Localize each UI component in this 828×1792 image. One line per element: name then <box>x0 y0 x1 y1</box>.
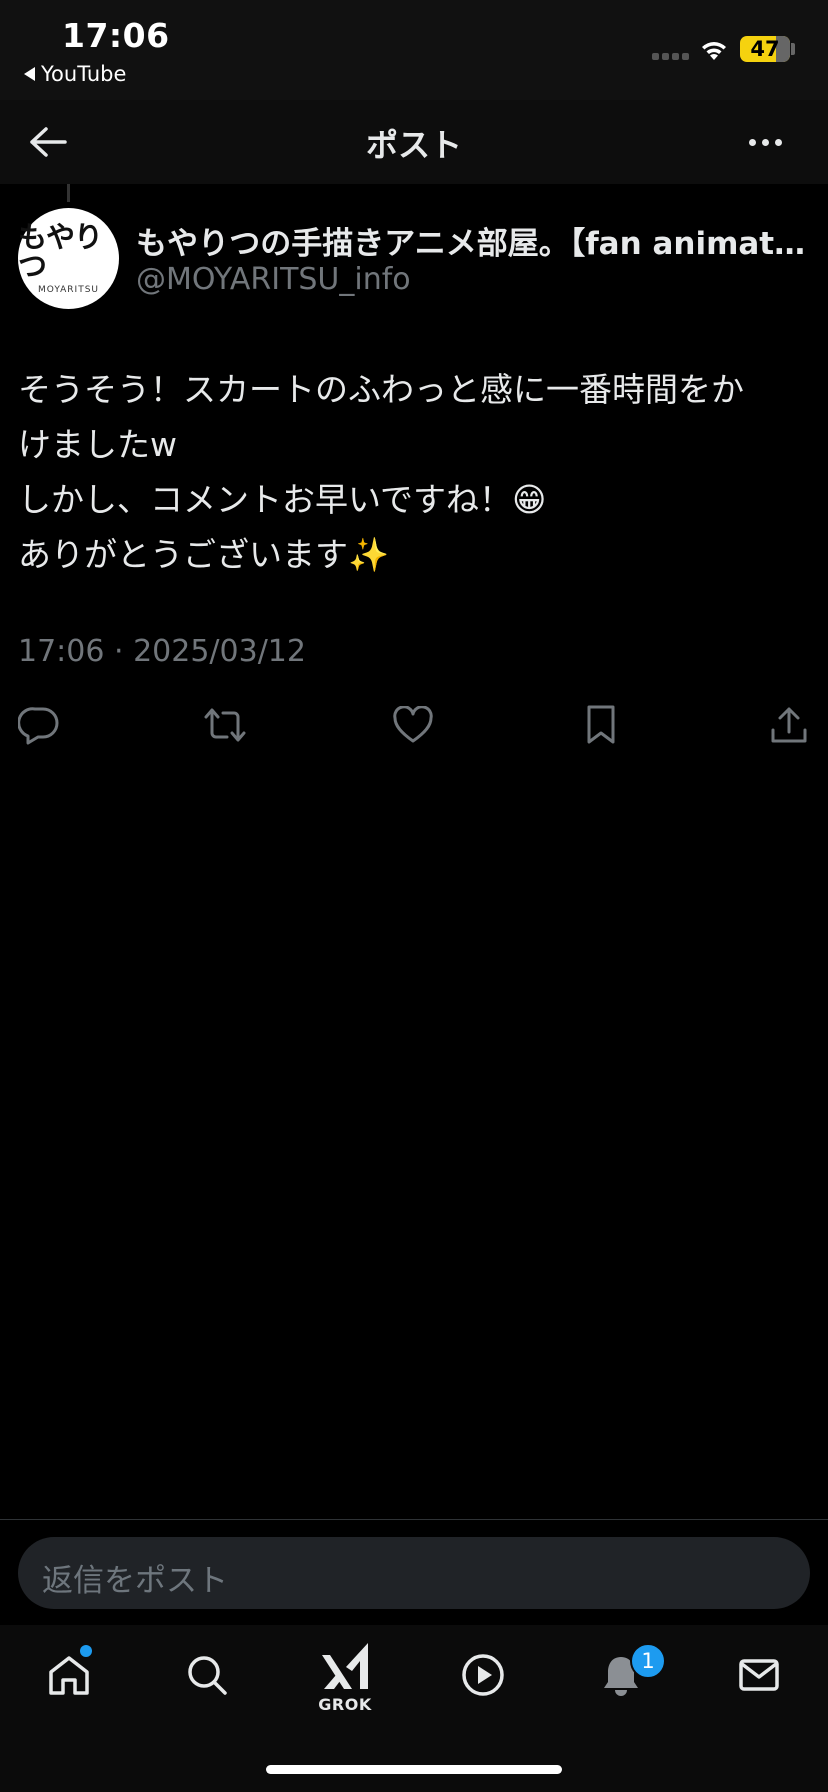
tab-search[interactable] <box>172 1625 242 1725</box>
post-text: そうそう！スカートのふわっと感に一番時間をか けましたw しかし、コメントお早い… <box>18 362 818 582</box>
retweet-button[interactable] <box>202 702 248 748</box>
grok-label: GROK <box>318 1695 372 1714</box>
divider <box>0 1519 828 1520</box>
share-icon <box>771 707 807 743</box>
like-icon <box>393 706 433 743</box>
avatar-logo: もやりつ <box>18 219 103 283</box>
bookmark-button[interactable] <box>578 702 624 748</box>
home-indicator[interactable] <box>266 1765 562 1774</box>
tab-video[interactable] <box>448 1625 518 1725</box>
more-options-button[interactable] <box>740 118 790 166</box>
reply-button[interactable] <box>16 702 62 748</box>
battery-cap <box>791 43 795 55</box>
more-dots-icon <box>748 138 756 146</box>
avatar-logo-subtitle: MOYARITSU <box>37 284 100 295</box>
reply-input[interactable]: 返信をポスト <box>18 1537 810 1609</box>
bookmark-icon <box>587 705 615 744</box>
battery-level: 47 <box>750 37 780 61</box>
post-text-line: しかし、コメントお早いですね！😁 <box>18 480 547 519</box>
post-actions <box>0 702 828 752</box>
post-text-line: そうそう！スカートのふわっと感に一番時間をか <box>18 370 744 409</box>
tab-home[interactable] <box>34 1625 104 1725</box>
back-app-label: YouTube <box>41 62 127 86</box>
mail-icon <box>739 1659 779 1691</box>
thread-line <box>67 184 70 202</box>
like-button[interactable] <box>390 702 436 748</box>
avatar[interactable]: もやりつ MOYARITSU <box>18 208 119 309</box>
share-button[interactable] <box>766 702 812 748</box>
play-circle-icon <box>462 1654 504 1696</box>
post-text-line: ありがとうございます✨ <box>18 535 390 574</box>
search-icon <box>188 1656 227 1695</box>
battery-indicator: 47 <box>740 36 790 62</box>
grok-icon <box>322 1643 368 1689</box>
back-triangle-icon <box>24 67 35 81</box>
notification-badge: 1 <box>630 1643 666 1679</box>
post-header: ポスト <box>0 100 828 184</box>
home-unread-dot <box>80 1645 92 1657</box>
tab-messages[interactable] <box>724 1625 794 1725</box>
reply-icon <box>18 707 59 745</box>
tab-grok[interactable]: GROK <box>310 1625 380 1725</box>
home-icon <box>49 1656 89 1695</box>
reply-placeholder: 返信をポスト <box>42 1563 228 1599</box>
back-to-app-link[interactable]: YouTube <box>24 62 126 86</box>
post-timestamp: 17:06 · 2025/03/12 <box>18 634 306 669</box>
retweet-icon <box>204 708 246 742</box>
author-handle[interactable]: @MOYARITSU_info <box>136 262 411 297</box>
status-time: 17:06 <box>62 16 170 55</box>
page-title: ポスト <box>365 126 462 164</box>
wifi-icon <box>702 42 726 60</box>
status-bar: 17:06 YouTube 47 <box>0 0 828 100</box>
author-name[interactable]: もやりつの手描きアニメ部屋。【fan animati... <box>136 218 810 263</box>
cellular-signal-icon <box>652 53 689 60</box>
tab-notifications[interactable]: 1 <box>586 1625 666 1725</box>
post-text-line: けましたw <box>18 425 177 464</box>
